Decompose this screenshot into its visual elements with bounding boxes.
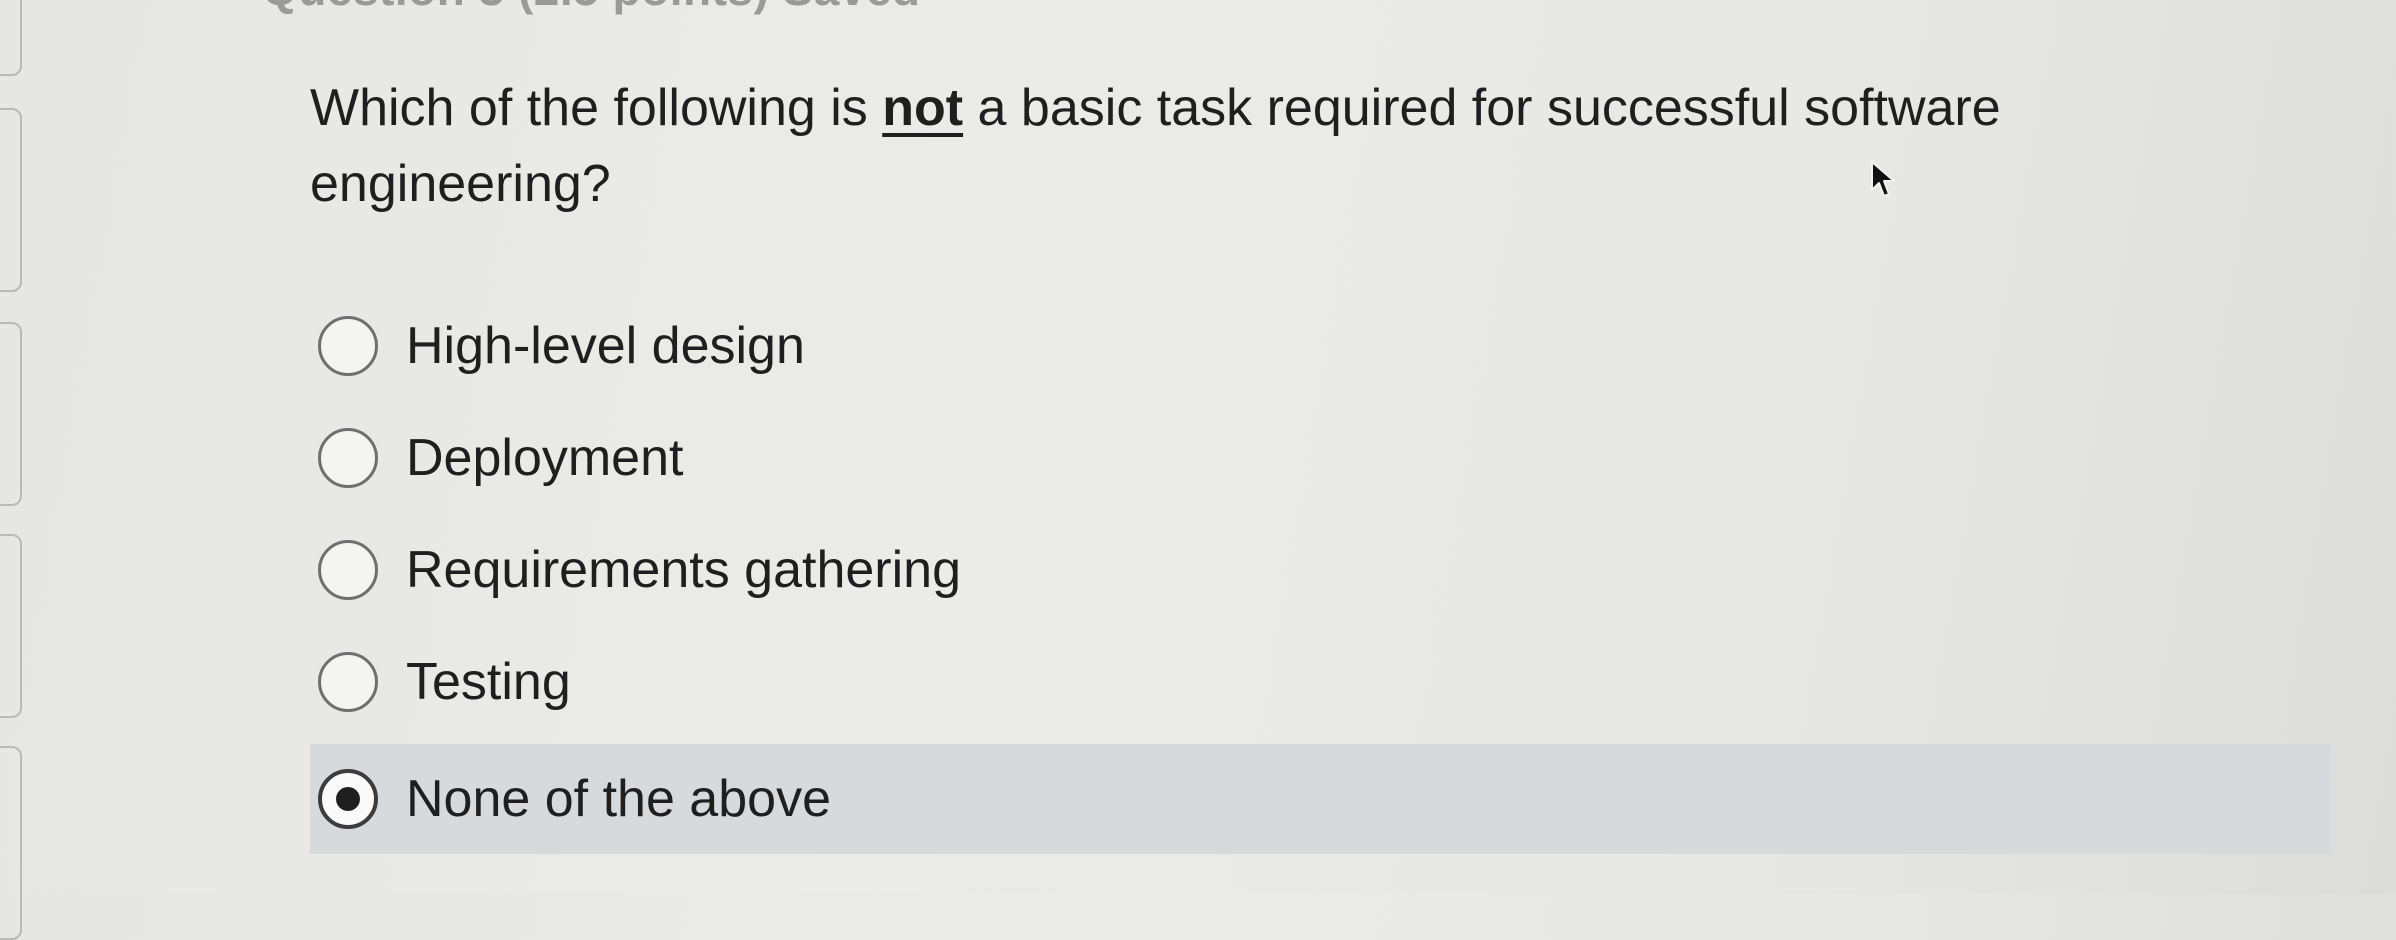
arrow-cursor-icon bbox=[1871, 161, 1895, 197]
radio-button[interactable] bbox=[318, 652, 378, 712]
option-label: Testing bbox=[406, 653, 571, 711]
option-none-of-the-above[interactable]: None of the above bbox=[310, 744, 2330, 854]
option-label: Requirements gathering bbox=[406, 541, 961, 599]
option-testing[interactable]: Testing bbox=[310, 626, 2330, 738]
nav-card-edge bbox=[0, 322, 22, 506]
radio-button[interactable] bbox=[318, 316, 378, 376]
option-requirements-gathering[interactable]: Requirements gathering bbox=[310, 514, 2330, 626]
answer-options: High-level design Deployment Requirement… bbox=[310, 290, 2330, 854]
question-text-before: Which of the following is bbox=[310, 79, 883, 137]
nav-card-edge bbox=[0, 108, 22, 292]
radio-button[interactable] bbox=[318, 428, 378, 488]
question-prompt: Which of the following is not a basic ta… bbox=[310, 70, 2210, 222]
previous-question-card-edge bbox=[0, 0, 22, 76]
radio-button-selected[interactable] bbox=[318, 769, 378, 829]
question-header: Question 3 (2.5 points) Saved bbox=[262, 0, 921, 16]
option-high-level-design[interactable]: High-level design bbox=[310, 290, 2330, 402]
option-label: High-level design bbox=[406, 317, 805, 375]
nav-card-edge bbox=[0, 746, 22, 940]
option-label: Deployment bbox=[406, 429, 684, 487]
question-emphasis: not bbox=[882, 79, 964, 137]
radio-button[interactable] bbox=[318, 540, 378, 600]
nav-card-edge bbox=[0, 534, 22, 718]
radio-selected-dot-icon bbox=[336, 787, 360, 811]
option-deployment[interactable]: Deployment bbox=[310, 402, 2330, 514]
option-label: None of the above bbox=[406, 770, 831, 828]
